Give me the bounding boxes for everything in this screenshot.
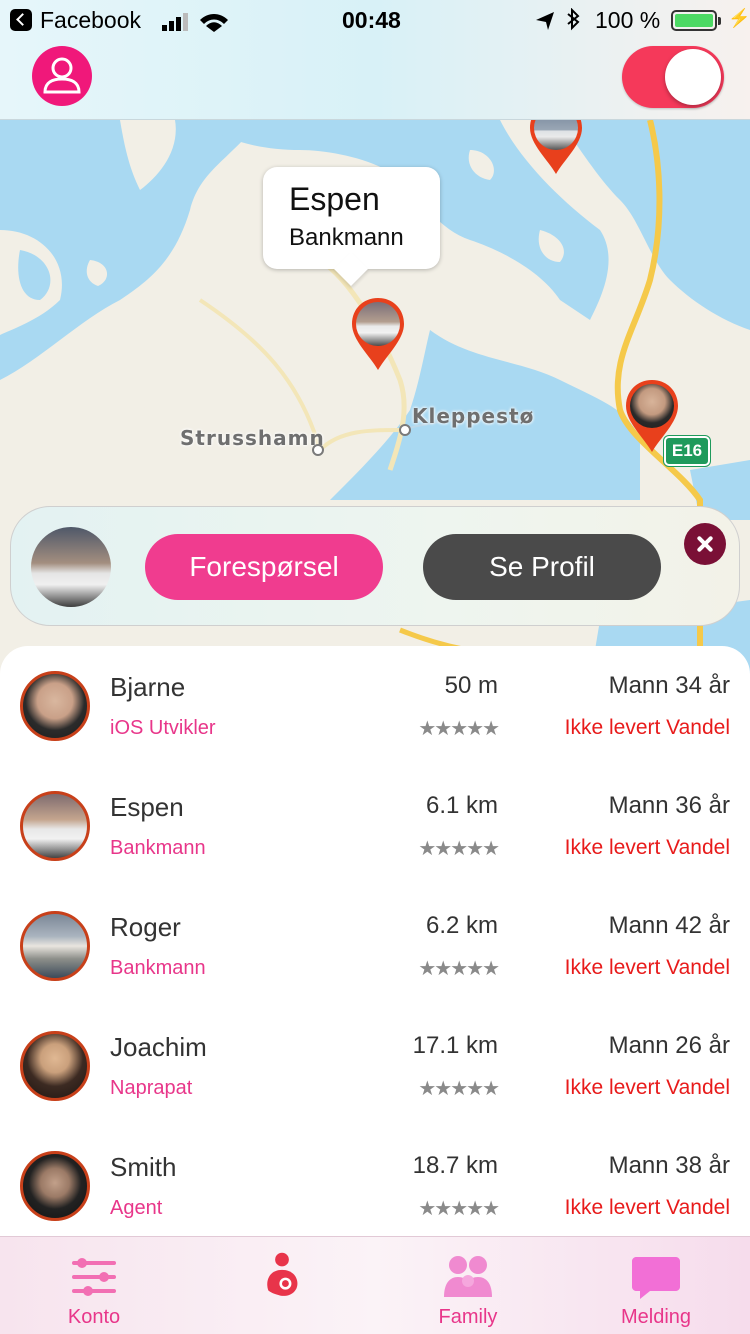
profile-button[interactable] <box>32 46 92 106</box>
rating-stars: ★★★★★ <box>418 958 500 980</box>
person-gender-age: Mann 42 år <box>608 912 730 939</box>
visibility-toggle[interactable] <box>622 46 724 108</box>
mother-child-icon <box>267 1252 298 1296</box>
person-name: Roger <box>110 912 181 942</box>
person-role: Bankmann <box>110 837 206 859</box>
person-gender-age: Mann 36 år <box>608 792 730 819</box>
location-bluetooth-icon <box>536 8 580 31</box>
list-item[interactable]: Roger Bankmann 6.2 km ★★★★★ Mann 42 år I… <box>0 886 750 1006</box>
callout-role: Bankmann <box>289 224 404 251</box>
tab-melding[interactable]: Melding <box>562 1237 750 1334</box>
tab-konto[interactable]: Konto <box>0 1237 188 1334</box>
map-pin-bjarne[interactable] <box>624 378 680 454</box>
person-avatar <box>20 911 90 981</box>
charging-icon: ⚡ <box>728 8 750 28</box>
person-icon <box>43 57 81 94</box>
list-item[interactable]: Espen Bankmann 6.1 km ★★★★★ Mann 36 år I… <box>0 766 750 886</box>
list-item[interactable]: Joachim Naprapat 17.1 km ★★★★★ Mann 26 å… <box>0 1006 750 1126</box>
rating-stars: ★★★★★ <box>418 838 500 860</box>
person-distance: 18.7 km <box>412 1152 498 1179</box>
toggle-knob <box>665 49 721 105</box>
rating-stars: ★★★★★ <box>418 1078 500 1100</box>
person-role: Naprapat <box>110 1077 193 1099</box>
tab-melding-label: Melding <box>620 1306 692 1328</box>
person-vandel-status: Ikke levert Vandel <box>564 956 730 979</box>
person-name: Joachim <box>110 1032 207 1062</box>
person-role: Agent <box>110 1197 163 1219</box>
person-name: Espen <box>110 792 184 822</box>
person-vandel-status: Ikke levert Vandel <box>564 716 730 739</box>
tab-konto-label: Konto <box>67 1306 121 1328</box>
card-avatar <box>31 527 111 607</box>
person-avatar <box>20 1151 90 1221</box>
back-to-app-icon[interactable] <box>10 9 32 31</box>
callout-name: Espen <box>289 181 380 217</box>
person-distance: 6.2 km <box>425 912 498 939</box>
battery-icon <box>671 10 721 31</box>
person-role: Bankmann <box>110 957 206 979</box>
map-place-dot <box>399 424 411 436</box>
person-vandel-status: Ikke levert Vandel <box>564 1076 730 1099</box>
battery-percent: 100 % <box>595 7 661 33</box>
person-role: iOS Utvikler <box>110 717 216 739</box>
people-list[interactable]: Bjarne iOS Utvikler 50 m ★★★★★ Mann 34 å… <box>0 646 750 1236</box>
person-name: Bjarne <box>110 672 186 702</box>
list-item[interactable]: Bjarne iOS Utvikler 50 m ★★★★★ Mann 34 å… <box>0 646 750 766</box>
view-profile-button[interactable]: Se Profil <box>423 534 661 600</box>
back-app-label[interactable]: Facebook <box>40 7 141 34</box>
map-label-kleppesto: Kleppestø <box>412 404 535 428</box>
tab-mother-child[interactable] <box>188 1237 376 1334</box>
status-bar: Facebook 00:48 100 % ⚡ <box>0 0 750 40</box>
header-bar: Facebook 00:48 100 % ⚡ <box>0 0 750 120</box>
person-vandel-status: Ikke levert Vandel <box>564 836 730 859</box>
tab-family-label: Family <box>438 1306 498 1328</box>
person-gender-age: Mann 38 år <box>608 1152 730 1179</box>
sliders-icon <box>72 1258 116 1296</box>
person-distance: 50 m <box>444 672 498 699</box>
close-icon[interactable] <box>684 523 726 565</box>
person-name: Smith <box>110 1152 177 1182</box>
rating-stars: ★★★★★ <box>418 1198 500 1220</box>
map-place-dot <box>312 444 324 456</box>
signal-wifi-icon <box>162 13 228 32</box>
person-distance: 6.1 km <box>425 792 498 819</box>
message-icon <box>632 1257 680 1299</box>
tab-bar: Konto Family Melding <box>0 1236 750 1334</box>
person-avatar <box>20 1031 90 1101</box>
person-distance: 17.1 km <box>412 1032 498 1059</box>
person-vandel-status: Ikke levert Vandel <box>564 1196 730 1219</box>
family-icon <box>444 1256 492 1297</box>
profile-preview-card: Forespørsel Se Profil <box>10 506 740 626</box>
status-time: 00:48 <box>342 7 401 33</box>
list-item[interactable]: Smith Agent 18.7 km ★★★★★ Mann 38 år Ikk… <box>0 1126 750 1236</box>
rating-stars: ★★★★★ <box>418 718 500 740</box>
map-label-strusshamn: Strusshamn <box>180 426 325 450</box>
request-button[interactable]: Forespørsel <box>145 534 383 600</box>
tab-family[interactable]: Family <box>374 1237 562 1334</box>
person-gender-age: Mann 34 år <box>608 672 730 699</box>
person-avatar <box>20 791 90 861</box>
map-pin-espen[interactable] <box>350 296 406 372</box>
person-avatar <box>20 671 90 741</box>
map-callout[interactable]: Espen Bankmann <box>263 167 440 269</box>
person-gender-age: Mann 26 år <box>608 1032 730 1059</box>
